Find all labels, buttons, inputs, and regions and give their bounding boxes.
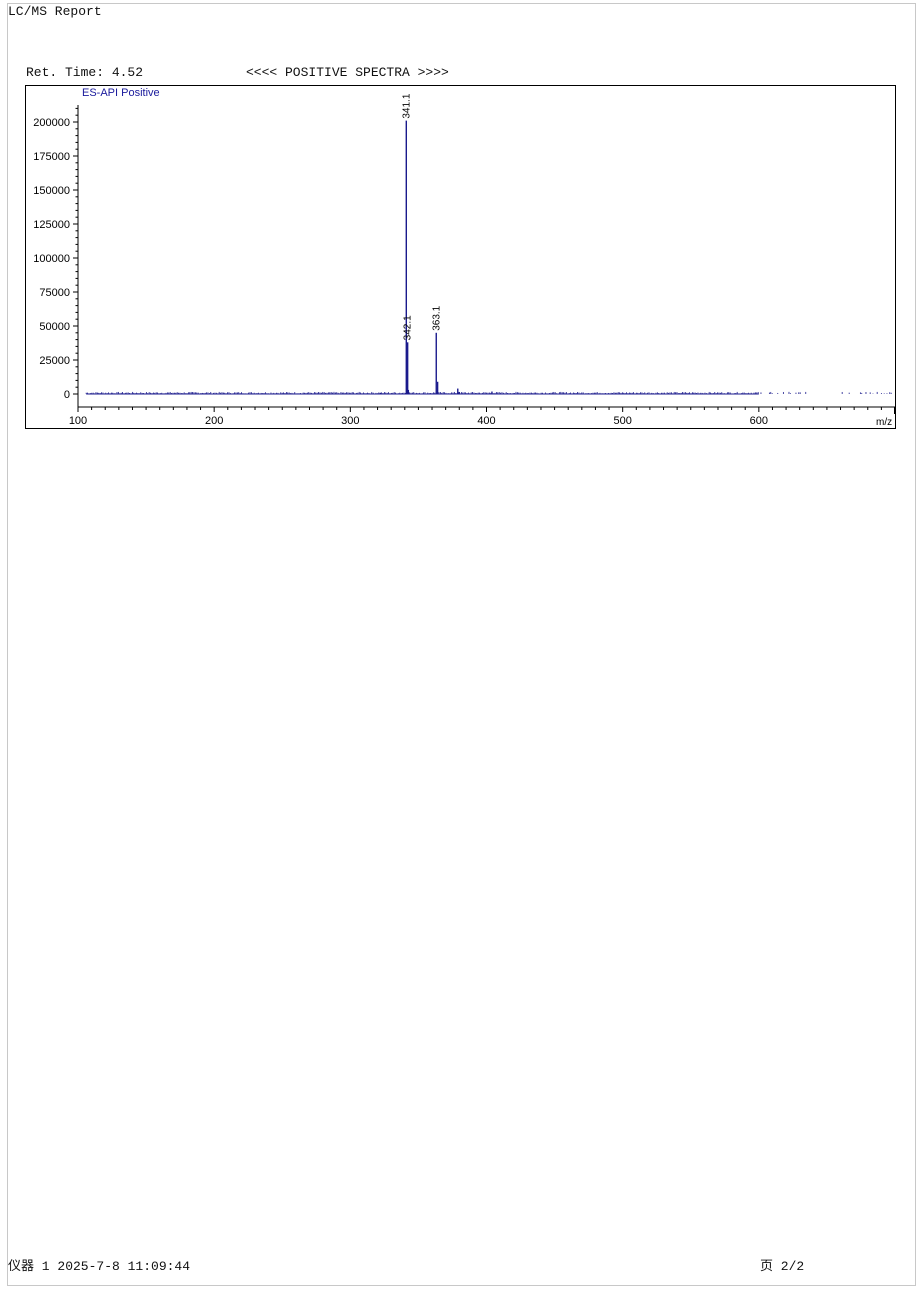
x-tick-label: 400: [477, 415, 495, 427]
series-label: ES-API Positive: [82, 87, 160, 99]
footer-page-number: 页 2/2: [760, 1259, 805, 1274]
peak-label: 342.1: [403, 315, 414, 340]
y-tick-label: 200000: [33, 117, 70, 129]
spectrum-svg: ES-API Positive 0 25000 50000 75000 100000 12…: [25, 85, 896, 429]
y-tick-label: 150000: [33, 185, 70, 197]
mass-spectrum-chart: ES-API Positive 0 25000 50000 75000 100000 12…: [25, 85, 896, 429]
peak-label: 363.1: [431, 305, 442, 330]
report-page: LC/MS Report Ret. Time: 4.52 <<<< POSITI…: [0, 0, 921, 1290]
footer-instrument-timestamp: 仪器 1 2025-7-8 11:09:44: [8, 1259, 191, 1274]
x-tick-label: 200: [205, 415, 223, 427]
x-tick-label: 500: [613, 415, 631, 427]
x-axis-label: m/z: [876, 417, 892, 428]
x-tick-label: 100: [69, 415, 87, 427]
x-tick-label: 600: [750, 415, 768, 427]
y-tick-label: 125000: [33, 219, 70, 231]
y-tick-label: 50000: [39, 321, 70, 333]
report-title: LC/MS Report: [8, 4, 102, 19]
chart-frame: [25, 85, 896, 429]
y-tick-label: 25000: [39, 355, 70, 367]
retention-time-label: Ret. Time: 4.52: [26, 65, 144, 80]
peak-label: 341.1: [401, 93, 412, 118]
y-tick-label: 100000: [33, 253, 70, 265]
spectra-header: <<<< POSITIVE SPECTRA >>>>: [246, 65, 449, 80]
x-tick-label: 300: [341, 415, 359, 427]
y-tick-label: 0: [64, 389, 70, 401]
y-tick-label: 75000: [39, 287, 70, 299]
y-tick-label: 175000: [33, 151, 70, 163]
